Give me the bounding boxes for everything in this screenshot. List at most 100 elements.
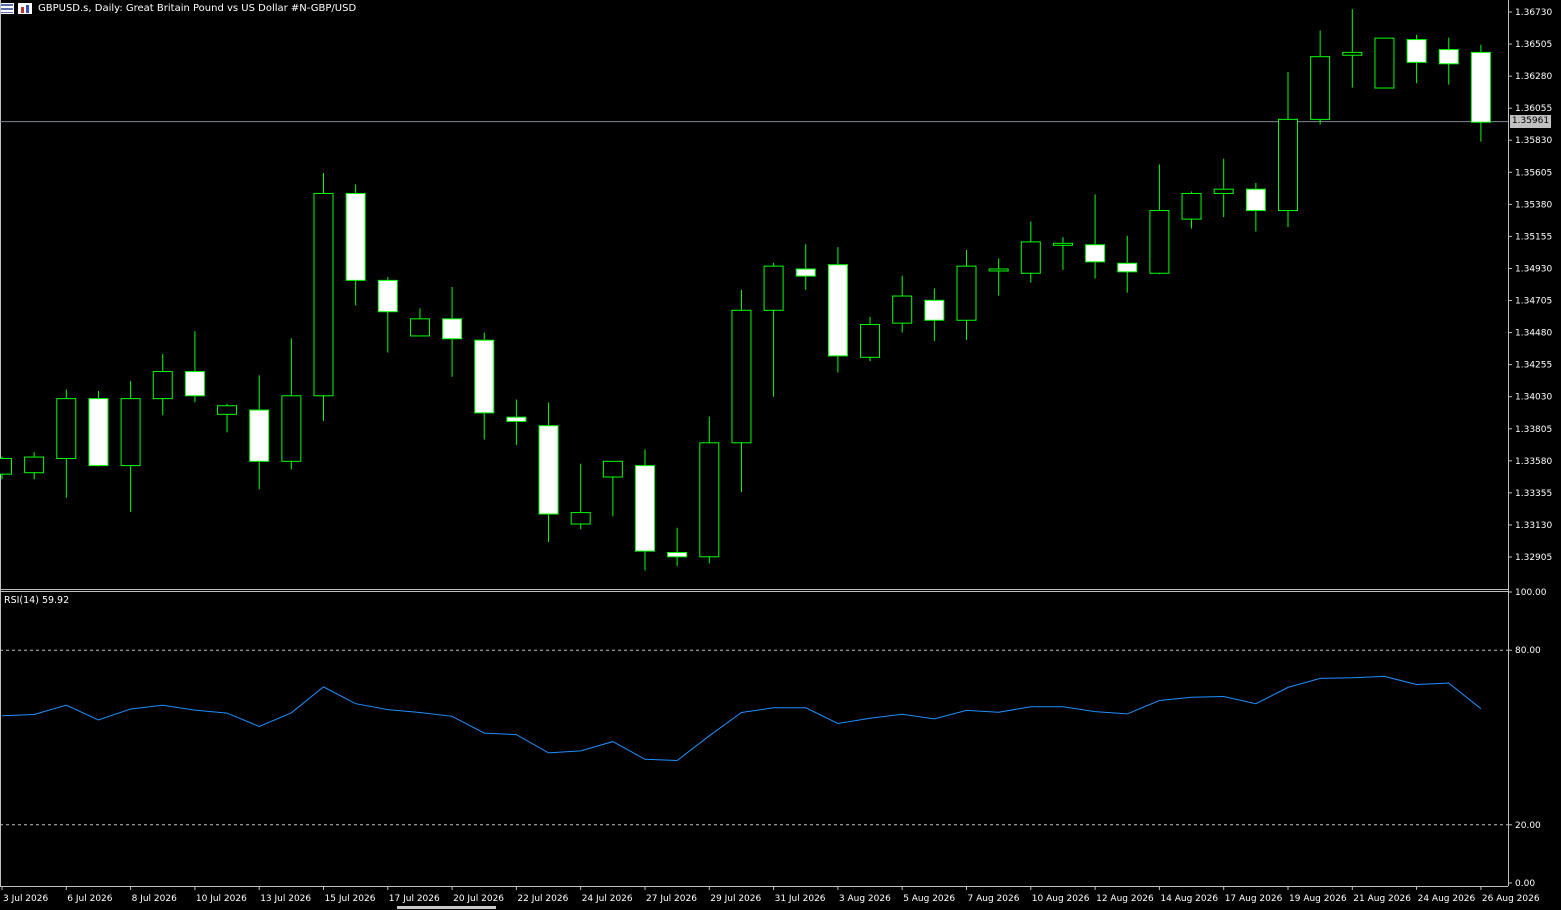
- bear-candle-body: [88, 398, 109, 467]
- candle: [570, 463, 591, 530]
- time-tick-label: 12 Aug 2026: [1096, 894, 1154, 904]
- candle: [120, 381, 141, 513]
- time-tick-label: 10 Jul 2026: [196, 894, 247, 904]
- bull-candle-body: [409, 318, 430, 337]
- candle: [1470, 44, 1491, 142]
- candle: [699, 416, 720, 564]
- time-tick-label: 24 Aug 2026: [1418, 894, 1476, 904]
- candle: [602, 460, 623, 517]
- price-tick-label: 1.35155: [1515, 232, 1552, 242]
- bull-candle-body: [120, 398, 141, 467]
- candle: [538, 402, 559, 543]
- time-tick-label: 22 Jul 2026: [517, 894, 568, 904]
- bull-candle-body: [860, 324, 881, 358]
- candle: [442, 286, 463, 377]
- bull-candle-body: [1052, 242, 1073, 246]
- bull-candle-body: [281, 395, 302, 462]
- candle: [313, 173, 334, 421]
- time-tick-label: 20 Jul 2026: [453, 894, 504, 904]
- candle: [1245, 182, 1266, 232]
- candle: [184, 331, 205, 403]
- candle: [795, 244, 816, 290]
- time-axis: 3 Jul 2026 6 Jul 2026 8 Jul 2026 10 Jul 202…: [1, 886, 1540, 904]
- price-tick-label: 1.36505: [1515, 40, 1552, 50]
- bear-candle-body: [1085, 244, 1106, 263]
- time-tick-label: 3 Jul 2026: [3, 894, 48, 904]
- price-tick-label: 1.33355: [1515, 489, 1552, 499]
- price-tick-label: 1.34030: [1515, 393, 1552, 403]
- rsi-tick-label: 80.00: [1515, 646, 1541, 656]
- bear-candle-body: [1406, 39, 1427, 63]
- bull-candle-body: [1278, 118, 1298, 212]
- bull-candle-body: [602, 460, 623, 478]
- bull-candle-body: [24, 456, 45, 474]
- candle: [763, 262, 784, 397]
- candle: [345, 184, 366, 306]
- price-tick-label: 1.36280: [1515, 72, 1552, 82]
- candles-layer: [0, 9, 1491, 571]
- bear-candle-body: [506, 416, 527, 422]
- candle: [860, 316, 881, 362]
- candle: [1213, 158, 1234, 218]
- candle: [924, 288, 945, 342]
- candle: [474, 332, 495, 440]
- rsi-tick-label: 100.00: [1515, 588, 1547, 598]
- price-tick-label: 1.35605: [1515, 168, 1552, 178]
- candle: [1374, 37, 1395, 89]
- candle: [1278, 71, 1298, 228]
- bear-candle-body: [538, 425, 559, 515]
- bear-candle-body: [1470, 51, 1491, 123]
- candle: [1020, 221, 1041, 283]
- time-tick-label: 15 Jul 2026: [325, 894, 376, 904]
- bull-candle-body: [313, 192, 334, 397]
- price-tick-label: 1.33805: [1515, 425, 1552, 435]
- time-tick-label: 31 Jul 2026: [775, 894, 826, 904]
- candle: [1181, 191, 1202, 229]
- candle: [956, 249, 977, 340]
- bear-candle-body: [249, 409, 270, 462]
- bull-candle-body: [699, 442, 720, 558]
- candle: [56, 389, 77, 498]
- candle: [827, 247, 848, 373]
- candle: [988, 258, 1009, 296]
- bear-candle-body: [1438, 49, 1459, 65]
- time-tick-label: 17 Jul 2026: [389, 894, 440, 904]
- time-tick-label: 5 Aug 2026: [903, 894, 955, 904]
- bear-candle-body: [1117, 262, 1138, 273]
- time-tick-label: 3 Aug 2026: [839, 894, 891, 904]
- candle: [281, 338, 302, 470]
- bull-candle-body: [217, 405, 238, 415]
- candle: [152, 353, 173, 416]
- price-tick-label: 1.34480: [1515, 329, 1552, 339]
- time-tick-label: 26 Aug 2026: [1482, 894, 1540, 904]
- bear-candle-body: [635, 465, 655, 552]
- price-tick-label: 1.36730: [1515, 8, 1552, 18]
- price-chart[interactable]: 1.36730 1.36505 1.36280 1.36055 1.35830 1.356…: [0, 0, 1561, 910]
- price-tick-label: 1.36055: [1515, 104, 1552, 114]
- bull-candle-body: [1020, 241, 1041, 274]
- bull-candle-body: [892, 295, 913, 324]
- time-tick-label: 24 Jul 2026: [582, 894, 633, 904]
- bear-candle-body: [667, 552, 688, 558]
- candle: [1406, 34, 1427, 84]
- price-tick-label: 1.32905: [1515, 553, 1552, 563]
- rsi-tick-label: 20.00: [1515, 821, 1541, 831]
- time-tick-label: 19 Aug 2026: [1289, 894, 1347, 904]
- candle: [1149, 164, 1170, 275]
- bull-candle-body: [152, 371, 173, 400]
- bull-candle-body: [1374, 37, 1395, 89]
- candle: [506, 399, 527, 446]
- chart-scrollbar[interactable]: [397, 906, 496, 909]
- bear-candle-body: [377, 279, 398, 313]
- bear-candle-body: [924, 299, 945, 321]
- bull-candle-body: [0, 457, 12, 475]
- bid-price-label: 1.35961: [1510, 115, 1551, 128]
- bear-candle-body: [474, 339, 495, 414]
- bull-candle-body: [1181, 192, 1202, 220]
- price-tick-label: 1.33580: [1515, 457, 1552, 467]
- candle: [892, 275, 913, 333]
- candle: [1052, 237, 1073, 270]
- price-axis: 1.36730 1.36505 1.36280 1.36055 1.35830 1.356…: [1508, 8, 1552, 563]
- bear-candle-body: [442, 318, 463, 340]
- bear-candle-body: [795, 268, 816, 277]
